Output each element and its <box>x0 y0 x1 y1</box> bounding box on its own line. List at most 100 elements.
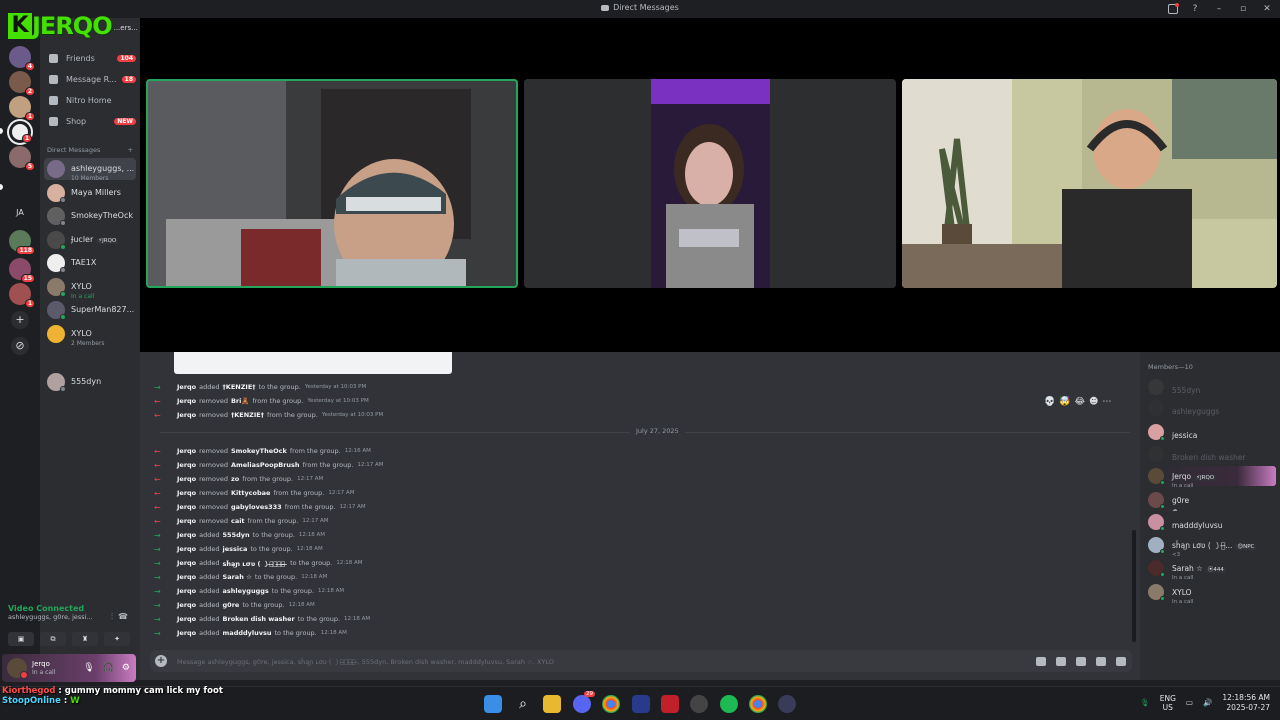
msg-target[interactable]: 555dyn <box>223 531 250 539</box>
start-icon[interactable] <box>484 695 502 713</box>
msg-target[interactable]: ashleyguggs <box>223 587 269 595</box>
search-icon[interactable]: ⌕ <box>514 695 532 713</box>
msg-actor[interactable]: Jerqo <box>177 383 196 391</box>
server-avatar[interactable]: 1 <box>9 121 32 143</box>
volume-icon[interactable]: 🔊 <box>1203 698 1212 707</box>
msg-actor[interactable]: Jerqo <box>177 461 196 469</box>
msg-actor[interactable]: Jerqo <box>177 503 196 511</box>
minimize-button[interactable]: – <box>1212 2 1226 16</box>
msg-actor[interactable]: Jerqo <box>177 489 196 497</box>
member-item[interactable]: 555dyn <box>1148 377 1276 397</box>
msg-target[interactable]: zo <box>231 475 239 483</box>
member-item[interactable]: Sarah ☆ ⦿444 In a call <box>1148 558 1276 581</box>
chrome-icon[interactable] <box>749 695 767 713</box>
member-item[interactable]: jessica <box>1148 422 1276 442</box>
msg-actor[interactable]: Jerqo <box>177 629 196 637</box>
server-text-icon[interactable]: JA <box>9 202 31 224</box>
nav-shop[interactable]: Shop NEW <box>46 112 136 130</box>
msg-actor[interactable]: Jerqo <box>177 559 196 567</box>
dm-item[interactable]: Ɉucler ⚡JRQO <box>44 229 136 251</box>
reaction-laugh-icon[interactable]: 😂 <box>1074 397 1085 407</box>
video-tile-2[interactable] <box>524 79 896 288</box>
app-icon[interactable] <box>661 695 679 713</box>
discord-icon[interactable]: 29 <box>573 691 595 713</box>
mic-tray-icon[interactable]: 🎙 <box>1140 698 1150 707</box>
dm-item[interactable]: 555dyn <box>44 371 136 393</box>
maximize-button[interactable]: ▫ <box>1236 2 1250 16</box>
server-avatar[interactable]: 5 <box>9 146 35 171</box>
chat-scrollbar[interactable] <box>1132 530 1136 642</box>
add-reaction-icon[interactable]: ☻ <box>1089 397 1098 407</box>
msg-actor[interactable]: Jerqo <box>177 531 196 539</box>
add-server-icon[interactable]: + <box>11 311 29 329</box>
help-icon[interactable]: ? <box>1188 2 1202 16</box>
reaction-skull-icon[interactable]: 💀 <box>1044 397 1055 407</box>
nav-nitro-home[interactable]: Nitro Home <box>46 91 136 109</box>
msg-target[interactable]: Kittycobae <box>231 489 270 497</box>
msg-target[interactable]: Broken dish washer <box>223 615 295 623</box>
emoji-icon[interactable] <box>1096 656 1106 666</box>
member-item[interactable]: Jerqo ⚡JRQO In a call <box>1148 466 1276 489</box>
msg-actor[interactable]: Jerqo <box>177 615 196 623</box>
dm-item[interactable]: XYLO 2 Members <box>44 323 136 347</box>
add-dm-icon[interactable]: + <box>128 146 133 154</box>
camera-button[interactable]: ▣ <box>8 632 34 646</box>
member-item[interactable]: g0re ☁ <box>1148 490 1276 513</box>
server-avatar[interactable]: 4 <box>9 46 35 71</box>
video-tile-jerqo[interactable] <box>146 79 518 288</box>
msg-target[interactable]: sȟąɲ ʟσʋ ( ㇁ﾞ̶ｳﾞ̶ｰ︎̶ ̶̶̶̶ <box>223 558 288 568</box>
msg-target[interactable]: jessica <box>223 545 248 553</box>
msg-actor[interactable]: Jerqo <box>177 411 196 419</box>
screenshare-button[interactable]: ⧉ <box>40 632 66 646</box>
dm-item[interactable]: SuperMan827... <box>44 299 136 321</box>
dm-item[interactable]: ashleyguggs, ... 10 Members <box>44 158 136 182</box>
disconnect-icon[interactable]: ☎ <box>118 612 128 621</box>
nav-message-requests[interactable]: Message R... 18 <box>46 70 136 88</box>
file-explorer-icon[interactable] <box>543 695 561 713</box>
msg-actor[interactable]: Jerqo <box>177 545 196 553</box>
more-options-icon[interactable]: ⋯ <box>1102 397 1111 407</box>
gift-icon[interactable] <box>1036 656 1046 666</box>
activities-button[interactable]: ♜ <box>72 632 98 646</box>
dm-item[interactable]: SmokeyTheOck <box>44 205 136 227</box>
msg-target[interactable]: g0re <box>223 601 240 609</box>
language-indicator[interactable]: ENG US <box>1160 694 1176 712</box>
inbox-icon[interactable] <box>1168 3 1179 14</box>
message-composer[interactable]: + Message ashleyguggs, g0re, jessica, sȟ… <box>150 650 1132 672</box>
network-icon[interactable]: ▭ <box>1186 698 1193 707</box>
msg-target[interactable]: gabyloves333 <box>231 503 282 511</box>
msg-target[interactable]: †KENZIE† <box>231 411 264 419</box>
settings-icon[interactable]: ⚙ <box>122 663 130 673</box>
msg-target[interactable]: madddyluvsu <box>223 629 272 637</box>
member-item[interactable]: madddyluvsu <box>1148 512 1276 532</box>
dm-item[interactable]: Maya Millers <box>44 182 136 204</box>
spotify-icon[interactable] <box>720 695 738 713</box>
member-item[interactable]: sȟąɲ ʟσʋ ( ㇁ﾞ̶... 😊NPC <3 <box>1148 535 1276 558</box>
msg-target[interactable]: SmokeyTheOck <box>231 447 287 455</box>
msg-target[interactable]: AmeliasPoopBrush <box>231 461 300 469</box>
msg-actor[interactable]: Jerqo <box>177 517 196 525</box>
app-icon[interactable] <box>690 695 708 713</box>
server-avatar[interactable]: 1 <box>9 283 35 308</box>
server-avatar[interactable]: 118 <box>9 230 35 255</box>
sticker-icon[interactable] <box>1076 656 1086 666</box>
msg-actor[interactable]: Jerqo <box>177 587 196 595</box>
server-avatar[interactable]: 1 <box>9 96 35 121</box>
nav-friends[interactable]: Friends 104 <box>46 49 136 67</box>
close-button[interactable]: ✕ <box>1260 2 1274 16</box>
app-icon[interactable] <box>632 695 650 713</box>
msg-target[interactable]: †KENZIE† <box>223 383 256 391</box>
apps-icon[interactable] <box>1116 656 1126 666</box>
reaction-mindblown-icon[interactable]: 🤯 <box>1059 397 1070 407</box>
member-item[interactable]: ashleyguggs <box>1148 398 1276 418</box>
composer-placeholder[interactable]: Message ashleyguggs, g0re, jessica, sȟąɲ… <box>177 656 977 666</box>
msg-actor[interactable]: Jerqo <box>177 573 196 581</box>
embed-preview[interactable] <box>174 352 452 374</box>
soundboard-button[interactable]: ✦ <box>104 632 130 646</box>
noise-suppression-icon[interactable]: ⫶ <box>111 612 113 621</box>
app-icon[interactable] <box>778 695 796 713</box>
server-avatar[interactable]: 2 <box>9 71 35 96</box>
msg-actor[interactable]: Jerqo <box>177 447 196 455</box>
video-tile-3[interactable] <box>902 79 1277 288</box>
gif-icon[interactable] <box>1056 656 1066 666</box>
